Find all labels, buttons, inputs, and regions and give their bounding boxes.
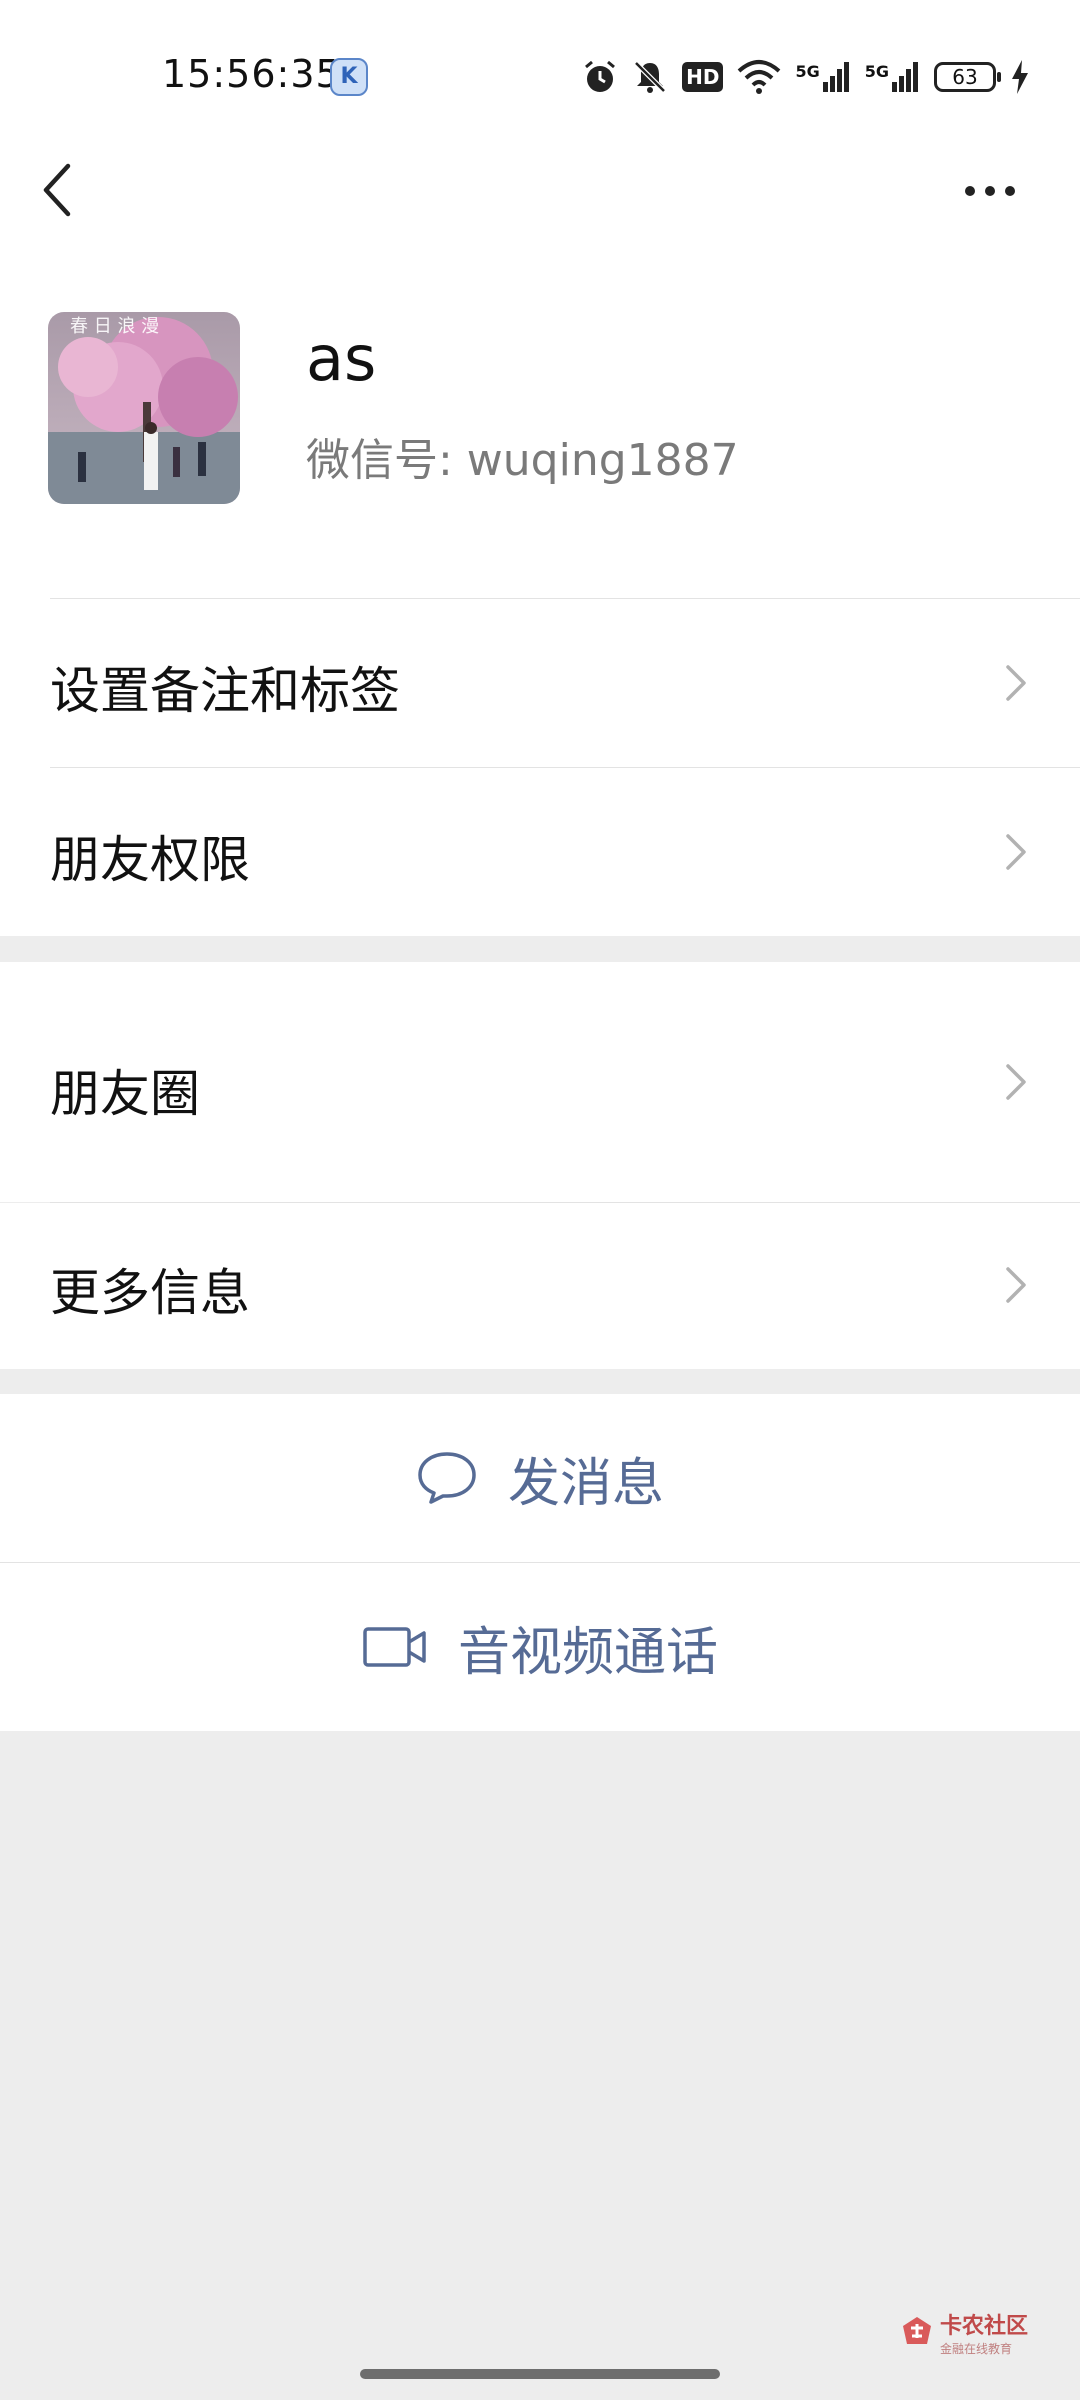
network-type-label: 5G	[795, 62, 820, 81]
battery-icon: 63	[934, 62, 1001, 92]
row-label: 朋友权限	[50, 831, 250, 889]
row-moments[interactable]: 朋友圈	[0, 962, 1080, 1202]
charging-icon	[1010, 60, 1030, 94]
av-call-label: 音视频通话	[457, 1622, 718, 1683]
svg-text:春 日 浪 漫: 春 日 浪 漫	[70, 316, 159, 337]
network-type-label: 5G	[864, 62, 889, 81]
battery-level: 63	[952, 65, 978, 89]
signal-5g-icon: 5G	[865, 62, 920, 92]
watermark-logo-icon	[900, 2314, 934, 2352]
chevron-right-icon	[1004, 663, 1028, 703]
home-indicator[interactable]	[360, 2369, 720, 2379]
watermark-subtitle: 金融在线教育	[940, 2342, 1013, 2356]
more-dots-icon[interactable]	[960, 176, 1020, 206]
watermark: 卡农社区 金融在线教育	[900, 2308, 1028, 2357]
chevron-right-icon	[1004, 832, 1028, 872]
chat-bubble-icon	[416, 1450, 478, 1506]
signal-5g-icon: 5G	[795, 62, 850, 92]
hd-label: HD	[686, 65, 720, 89]
send-message-button[interactable]: 发消息	[0, 1394, 1080, 1562]
contact-name: as	[306, 322, 377, 395]
mute-bell-icon	[632, 59, 668, 95]
status-icons: HD 5G 5G 63	[582, 52, 1030, 102]
row-remarks-tags[interactable]: 设置备注和标签	[0, 599, 1080, 767]
wifi-icon	[737, 59, 781, 95]
av-call-button[interactable]: 音视频通话	[0, 1563, 1080, 1731]
avatar[interactable]: 春 日 浪 漫	[48, 312, 240, 504]
video-camera-icon	[362, 1625, 428, 1669]
row-label: 朋友圈	[50, 1065, 200, 1123]
chevron-right-icon	[1004, 1062, 1028, 1102]
status-bar: 15:56:35 K HD 5G 5G 63	[0, 0, 1080, 140]
hd-icon: HD	[682, 62, 724, 92]
row-friend-permissions[interactable]: 朋友权限	[0, 768, 1080, 936]
back-chevron-icon[interactable]	[38, 160, 78, 220]
status-time: 15:56:35	[162, 52, 341, 96]
row-more-info[interactable]: 更多信息	[0, 1203, 1080, 1369]
app-notification-icon: K	[330, 58, 368, 96]
row-label: 更多信息	[50, 1264, 250, 1322]
row-label: 设置备注和标签	[50, 662, 400, 720]
wechat-id: 微信号: wuqing1887	[306, 435, 739, 486]
alarm-icon	[582, 59, 618, 95]
chevron-right-icon	[1004, 1265, 1028, 1305]
watermark-title: 卡农社区	[940, 2314, 1029, 2339]
send-message-label: 发消息	[507, 1453, 664, 1514]
